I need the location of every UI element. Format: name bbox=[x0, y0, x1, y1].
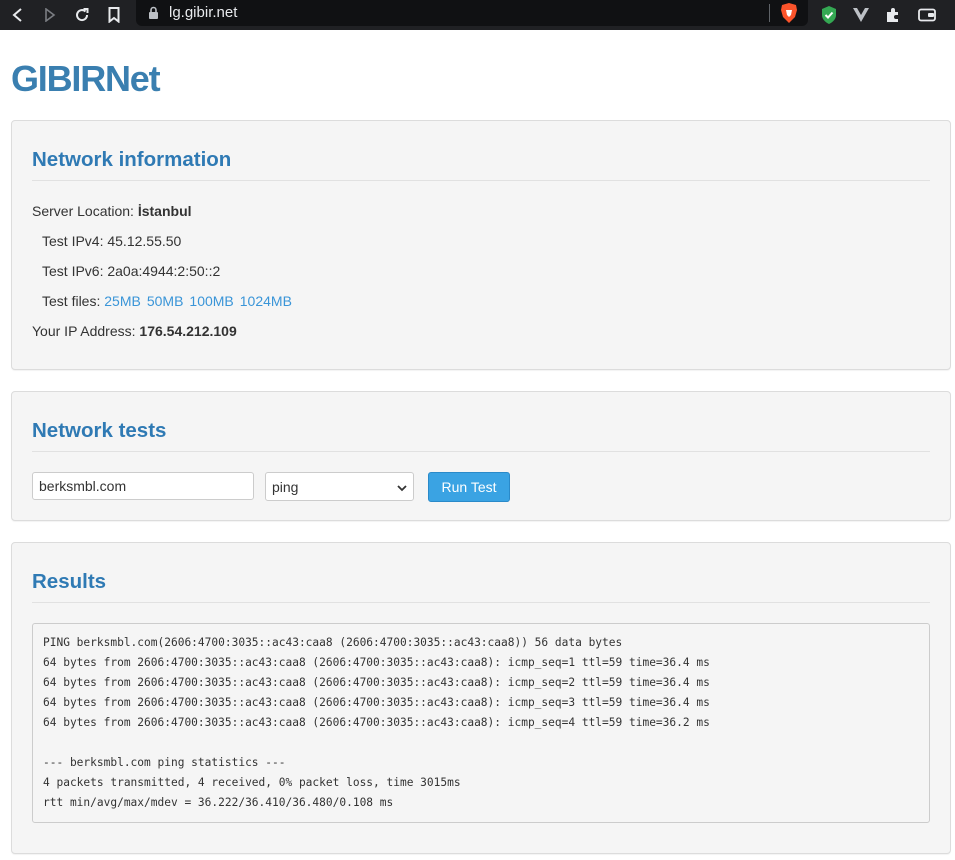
address-bar[interactable]: lg.gibir.net bbox=[136, 0, 808, 26]
section-divider bbox=[32, 602, 930, 603]
your-ip-row: Your IP Address: 176.54.212.109 bbox=[32, 323, 237, 339]
network-tests-panel: Network tests ping Run Test bbox=[11, 391, 951, 521]
network-tests-title: Network tests bbox=[32, 419, 167, 442]
test-files-row: Test files: 25MB 50MB 100MB 1024MB bbox=[42, 293, 298, 309]
browser-toolbar: lg.gibir.net bbox=[0, 0, 955, 30]
test-ipv4-value: 45.12.55.50 bbox=[107, 233, 182, 249]
brave-shield-icon[interactable] bbox=[779, 2, 799, 29]
server-location-row: Server Location: İstanbul bbox=[32, 203, 192, 219]
results-output-box[interactable]: PING berksmbl.com(2606:4700:3035::ac43:c… bbox=[32, 623, 930, 823]
back-icon[interactable] bbox=[6, 3, 30, 27]
test-file-link-50mb[interactable]: 50MB bbox=[147, 293, 184, 309]
run-test-button[interactable]: Run Test bbox=[428, 472, 510, 502]
results-output-text: PING berksmbl.com(2606:4700:3035::ac43:c… bbox=[43, 636, 710, 809]
network-information-title: Network information bbox=[32, 148, 232, 171]
security-check-icon[interactable] bbox=[817, 3, 841, 27]
forward-icon[interactable] bbox=[38, 3, 62, 27]
bookmark-icon[interactable] bbox=[102, 3, 126, 27]
test-type-selected: ping bbox=[272, 478, 299, 495]
test-file-link-100mb[interactable]: 100MB bbox=[189, 293, 233, 309]
extensions-icon[interactable] bbox=[881, 3, 905, 27]
chevron-down-icon bbox=[397, 479, 407, 495]
test-type-select[interactable]: ping bbox=[265, 472, 414, 501]
lock-icon bbox=[148, 6, 159, 25]
test-ipv4-row: Test IPv4: 45.12.55.50 bbox=[42, 233, 181, 249]
your-ip-value: 176.54.212.109 bbox=[139, 323, 237, 339]
test-ipv4-label: Test IPv4: bbox=[42, 233, 104, 249]
your-ip-label: Your IP Address: bbox=[32, 323, 136, 339]
test-ipv6-row: Test IPv6: 2a0a:4944:2:50::2 bbox=[42, 263, 220, 279]
server-location-label: Server Location: bbox=[32, 203, 134, 219]
test-file-link-25mb[interactable]: 25MB bbox=[104, 293, 141, 309]
url-divider bbox=[769, 4, 770, 22]
host-input[interactable] bbox=[32, 472, 254, 500]
test-files-label: Test files: bbox=[42, 293, 101, 309]
reload-icon[interactable] bbox=[70, 3, 94, 27]
vpn-icon[interactable] bbox=[849, 3, 873, 27]
site-logo[interactable]: GIBIRNet bbox=[11, 58, 161, 100]
test-ipv6-label: Test IPv6: bbox=[42, 263, 104, 279]
results-panel: Results PING berksmbl.com(2606:4700:3035… bbox=[11, 542, 951, 854]
url-text[interactable]: lg.gibir.net bbox=[169, 4, 237, 21]
results-title: Results bbox=[32, 570, 107, 593]
network-information-panel: Network information Server Location: İst… bbox=[11, 120, 951, 370]
section-divider bbox=[32, 451, 930, 452]
section-divider bbox=[32, 180, 930, 181]
test-ipv6-value: 2a0a:4944:2:50::2 bbox=[107, 263, 221, 279]
test-file-link-1024mb[interactable]: 1024MB bbox=[240, 293, 292, 309]
server-location-value: İstanbul bbox=[137, 203, 192, 219]
wallet-icon[interactable] bbox=[915, 3, 939, 27]
